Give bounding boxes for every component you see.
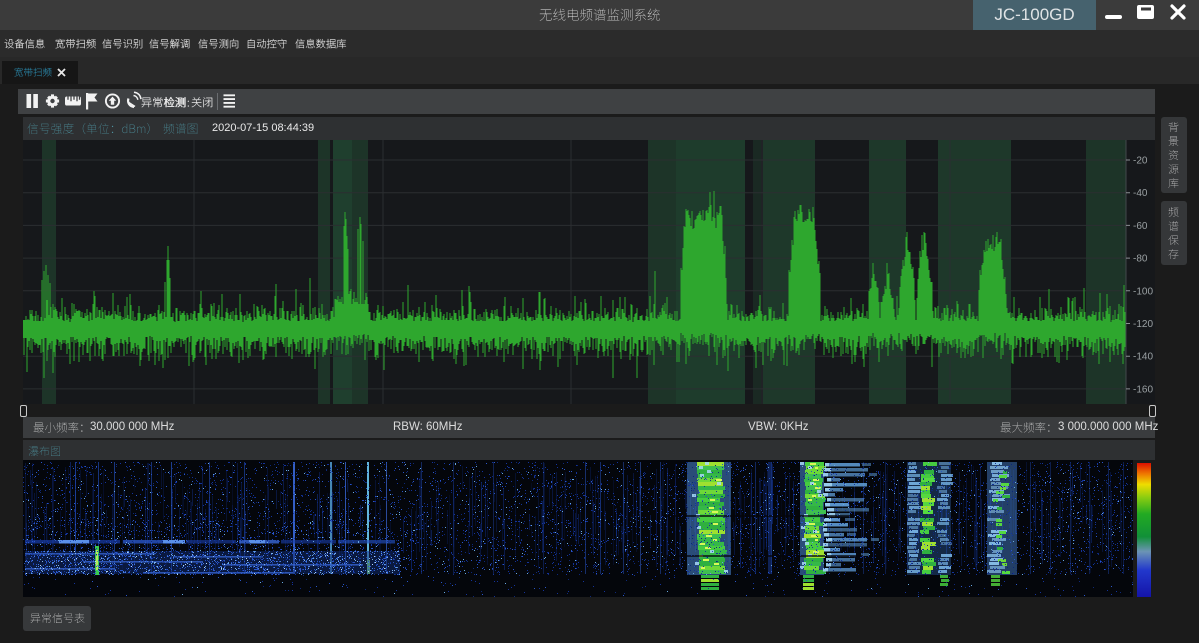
svg-text:-100: -100 — [1133, 286, 1153, 297]
svg-text:-20: -20 — [1133, 156, 1148, 167]
svg-text:-120: -120 — [1133, 319, 1153, 330]
svg-text:-40: -40 — [1133, 188, 1148, 199]
svg-text:-140: -140 — [1133, 352, 1153, 363]
svg-text:-60: -60 — [1133, 221, 1148, 232]
svg-text:-80: -80 — [1133, 254, 1148, 265]
svg-text:-160: -160 — [1133, 384, 1153, 395]
